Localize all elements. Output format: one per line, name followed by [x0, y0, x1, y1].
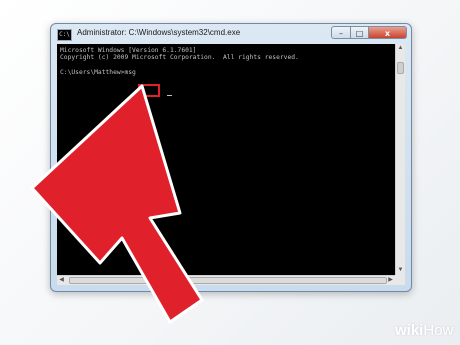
cmd-icon[interactable]: C:\ [57, 29, 72, 41]
command-highlight-box [138, 84, 160, 97]
watermark-how: How [423, 322, 454, 339]
resize-grip[interactable] [395, 275, 405, 285]
scroll-left-icon[interactable]: ◀ [57, 276, 66, 285]
text-cursor [167, 95, 172, 96]
maximize-button[interactable]: □ [351, 26, 369, 39]
horizontal-scrollbar[interactable]: ◀ ▶ [57, 275, 395, 285]
vertical-scrollbar[interactable]: ▲ ▼ [395, 44, 405, 275]
window-title: Administrator: C:\Windows\system32\cmd.e… [77, 28, 241, 37]
watermark-wiki: wiki [395, 322, 424, 339]
console-command: msg [124, 69, 136, 77]
console-prompt: C:\Users\Matthew> [60, 69, 125, 77]
close-button[interactable]: x [369, 26, 407, 39]
console-line-copyright: Copyright (c) 2009 Microsoft Corporation… [60, 54, 299, 62]
scroll-right-icon[interactable]: ▶ [386, 276, 395, 285]
console-line-version: Microsoft Windows [Version 6.1.7601] [60, 47, 197, 54]
console-output[interactable]: Microsoft Windows [Version 6.1.7601] Cop… [57, 44, 395, 275]
scroll-up-icon[interactable]: ▲ [396, 44, 405, 53]
horizontal-scroll-thumb[interactable] [69, 277, 387, 284]
cmd-window: C:\ Administrator: C:\Windows\system32\c… [50, 23, 412, 292]
vertical-scroll-thumb[interactable] [397, 62, 404, 74]
title-bar[interactable]: C:\ Administrator: C:\Windows\system32\c… [51, 24, 411, 44]
scroll-down-icon[interactable]: ▼ [396, 266, 405, 275]
window-controls: – □ x [331, 26, 407, 40]
wikihow-watermark: wikiHow [395, 322, 453, 339]
minimize-button[interactable]: – [331, 26, 351, 39]
